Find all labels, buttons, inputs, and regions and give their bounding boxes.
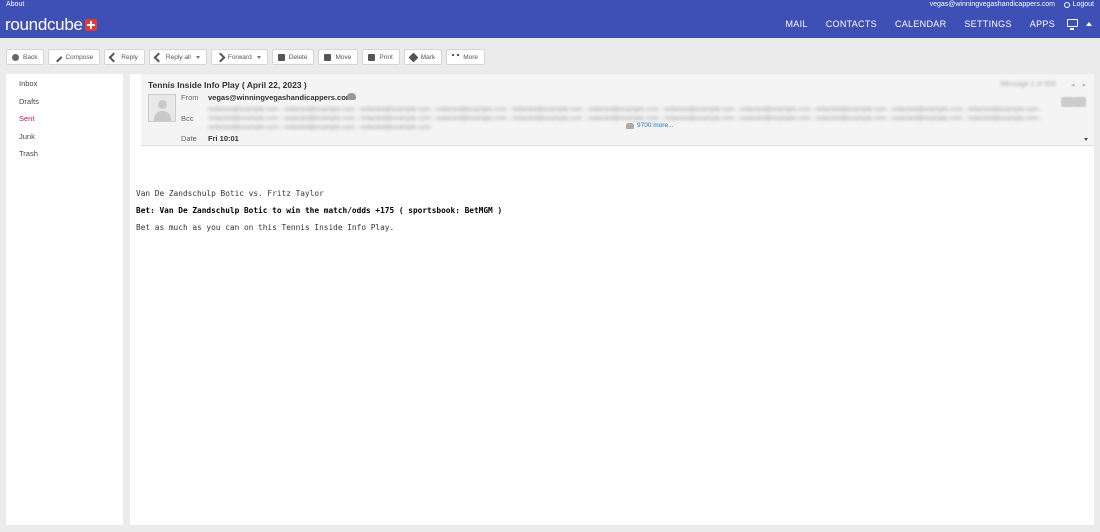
group-icon bbox=[626, 122, 634, 129]
compose-button[interactable]: Compose bbox=[48, 49, 101, 65]
prev-message-icon[interactable]: ◂ bbox=[1071, 81, 1075, 89]
chevron-down-icon[interactable] bbox=[1084, 138, 1088, 141]
mark-label: Mark bbox=[420, 53, 436, 61]
folder-icon bbox=[324, 53, 332, 61]
back-button[interactable]: Back bbox=[6, 49, 45, 65]
more-button[interactable]: More bbox=[446, 49, 486, 65]
reply-icon bbox=[108, 52, 119, 62]
reply-label: Reply bbox=[121, 53, 138, 61]
main-nav: MAIL CONTACTS CALENDAR SETTINGS APPS bbox=[786, 19, 1056, 29]
user-email: vegas@winningvegashandicappers.com bbox=[929, 1, 1055, 8]
logo[interactable]: roundcube bbox=[5, 15, 97, 35]
folder-trash[interactable]: Trash bbox=[6, 145, 123, 163]
plus-icon bbox=[84, 19, 97, 31]
forward-label: Forward bbox=[227, 53, 252, 61]
printer-icon bbox=[368, 53, 376, 61]
header-bar: About vegas@winningvegashandicappers.com… bbox=[0, 0, 1100, 38]
body-line-matchup: Van De Zandschulp Botic vs. Fritz Taylor bbox=[136, 189, 324, 198]
chevron-down-icon[interactable] bbox=[256, 55, 261, 59]
folder-inbox[interactable]: Inbox bbox=[6, 75, 123, 93]
move-label: Move bbox=[335, 53, 352, 61]
nav-contacts[interactable]: CONTACTS bbox=[826, 19, 877, 29]
folder-drafts[interactable]: Drafts bbox=[6, 93, 123, 111]
add-contact-icon[interactable] bbox=[347, 93, 356, 100]
back-label: Back bbox=[23, 53, 38, 61]
chevron-down-icon[interactable] bbox=[195, 55, 200, 59]
message-toolbar: Back Compose Reply Reply all Forward Del… bbox=[6, 49, 486, 65]
logout-label: Logout bbox=[1072, 1, 1094, 8]
nav-mail[interactable]: MAIL bbox=[786, 19, 808, 29]
more-dots-icon bbox=[452, 53, 460, 61]
nav-calendar[interactable]: CALENDAR bbox=[895, 19, 946, 29]
monitor-icon[interactable] bbox=[1067, 19, 1078, 30]
from-label: From bbox=[181, 93, 199, 102]
mark-button[interactable]: Mark bbox=[403, 49, 443, 65]
folder-sent[interactable]: Sent bbox=[6, 110, 123, 128]
delete-label: Delete bbox=[288, 53, 308, 61]
message-pane: Tennis Inside Info Play ( April 22, 2023… bbox=[130, 74, 1094, 525]
body-line-advice: Bet as much as you can on this Tennis In… bbox=[136, 223, 395, 232]
message-header: Tennis Inside Info Play ( April 22, 2023… bbox=[141, 74, 1094, 146]
print-button[interactable]: Print bbox=[362, 49, 400, 65]
trash-icon bbox=[277, 53, 285, 61]
date-label: Date bbox=[181, 134, 197, 143]
folder-junk[interactable]: Junk bbox=[6, 128, 123, 146]
print-label: Print bbox=[379, 53, 393, 61]
forward-button[interactable]: Forward bbox=[210, 49, 268, 65]
bcc-more-link[interactable]: 9700 more... bbox=[626, 122, 674, 129]
avatar bbox=[148, 94, 176, 122]
back-arrow-icon bbox=[12, 53, 19, 61]
logo-text: roundcube bbox=[5, 15, 83, 34]
caret-up-icon[interactable] bbox=[1086, 22, 1092, 26]
folder-list: Inbox Drafts Sent Junk Trash bbox=[6, 74, 123, 525]
pencil-icon bbox=[53, 52, 63, 62]
move-button[interactable]: Move bbox=[318, 49, 359, 65]
message-count: Message 1 of 600 bbox=[1000, 81, 1056, 88]
bcc-more-label: 9700 more... bbox=[637, 122, 674, 129]
about-link[interactable]: About bbox=[6, 1, 24, 8]
tag-icon bbox=[408, 52, 419, 62]
next-message-icon[interactable]: ▸ bbox=[1082, 81, 1086, 89]
reply-all-button[interactable]: Reply all bbox=[148, 49, 207, 65]
delete-button[interactable]: Delete bbox=[271, 49, 315, 65]
logout-button[interactable]: Logout bbox=[1063, 1, 1094, 8]
compose-label: Compose bbox=[65, 53, 94, 61]
reply-button[interactable]: Reply bbox=[104, 49, 145, 65]
forward-icon bbox=[215, 52, 226, 62]
bcc-label: Bcc bbox=[181, 114, 194, 123]
power-icon bbox=[1063, 1, 1070, 8]
nav-apps[interactable]: APPS bbox=[1030, 19, 1055, 29]
nav-settings[interactable]: SETTINGS bbox=[964, 19, 1011, 29]
message-subject: Tennis Inside Info Play ( April 22, 2023… bbox=[148, 80, 307, 90]
message-nav: ◂ ▸ bbox=[1071, 81, 1086, 89]
more-label: More bbox=[463, 53, 479, 61]
body-line-bet: Bet: Van De Zandschulp Botic to win the … bbox=[136, 206, 503, 215]
from-address[interactable]: vegas@winningvegashandicappers.com bbox=[208, 93, 352, 102]
header-options-button[interactable] bbox=[1073, 97, 1086, 107]
date-value: Fri 10:01 bbox=[208, 134, 239, 143]
reply-all-icon bbox=[153, 52, 164, 62]
reply-all-label: Reply all bbox=[165, 53, 191, 61]
